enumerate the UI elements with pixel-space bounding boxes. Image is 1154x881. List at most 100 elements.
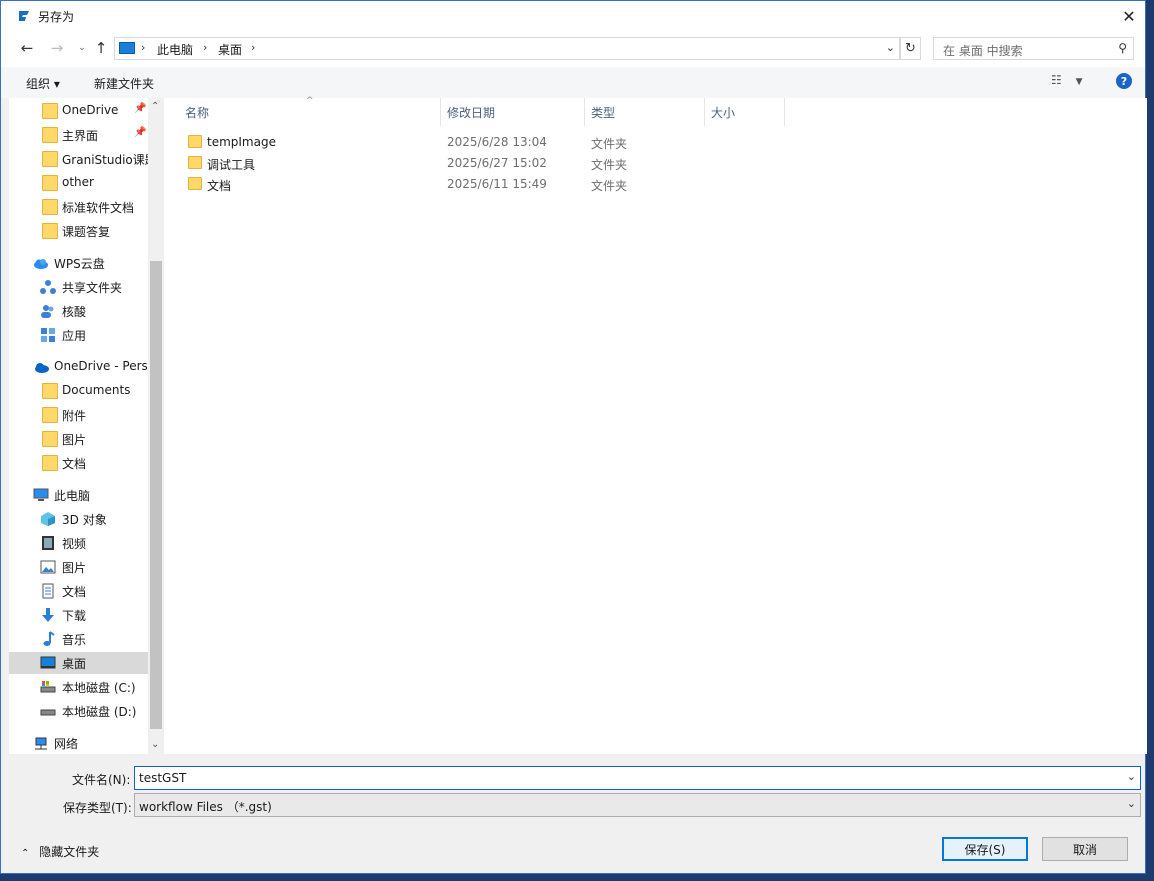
back-button[interactable]: ←: [18, 39, 36, 57]
filename-input[interactable]: testGST: [139, 771, 186, 785]
address-bar[interactable]: › 此电脑 › 桌面 › ⌄: [114, 37, 900, 60]
computer-icon: [119, 42, 135, 54]
sidebar-item-network[interactable]: 网络: [9, 732, 148, 754]
folder-icon: [188, 156, 202, 169]
app-icon: [19, 11, 29, 21]
file-modified: 2025/6/27 15:02: [447, 156, 547, 170]
sidebar-item-label: GraniStudio课题: [62, 153, 148, 167]
window-title: 另存为: [38, 10, 75, 24]
pin-icon[interactable]: 📌: [134, 127, 146, 138]
navigation-bar: ← → ⌄ ↑ › 此电脑 › 桌面 › ⌄ ↻ 在 桌面 中搜索 ⚲: [1, 31, 1145, 67]
sidebar-item-3d-objects[interactable]: 3D 对象: [9, 508, 148, 530]
desktop-icon: [40, 656, 56, 669]
file-type: 文件夹: [591, 158, 628, 172]
folder-icon: [42, 151, 58, 167]
sidebar-item-docs-onedrive[interactable]: 文档: [9, 452, 148, 474]
sidebar-item-shared-folder[interactable]: 共享文件夹: [9, 276, 148, 298]
file-list: ^ 名称 修改日期 类型 大小 tempImage 2025/6/28 13:0…: [164, 96, 1147, 754]
sidebar-item-downloads[interactable]: 下载: [9, 604, 148, 626]
up-button[interactable]: ↑: [92, 39, 110, 57]
download-icon: [42, 608, 54, 622]
folder-icon: [42, 431, 58, 447]
organize-button[interactable]: 组织 ▾: [26, 75, 60, 92]
arrow-right-icon: →: [50, 39, 64, 57]
chevron-down-icon[interactable]: ⌄: [886, 41, 895, 54]
cloud-icon: [34, 259, 48, 269]
pin-icon[interactable]: 📌: [134, 103, 146, 114]
sidebar-item-documents-pc[interactable]: 文档: [9, 580, 148, 602]
forward-button[interactable]: →: [48, 39, 66, 57]
column-divider[interactable]: [704, 98, 705, 126]
cancel-button[interactable]: 取消: [1042, 837, 1128, 861]
folder-icon: [42, 103, 58, 119]
sidebar-item-label: 图片: [62, 433, 87, 447]
scrollbar-thumb[interactable]: [150, 261, 162, 729]
chevron-up-icon[interactable]: ⌃: [151, 101, 159, 112]
sidebar-item-apps[interactable]: 应用: [9, 324, 148, 346]
sidebar-item-label: 标准软件文档: [62, 201, 135, 215]
sidebar-item-this-pc[interactable]: 此电脑: [9, 484, 148, 506]
sidebar-item-standard-docs[interactable]: 标准软件文档: [9, 196, 148, 218]
sidebar-item-music[interactable]: 音乐: [9, 628, 148, 650]
column-header-type[interactable]: 类型: [591, 104, 615, 121]
filename-field[interactable]: testGST ⌄: [134, 766, 1141, 790]
folder-icon: [188, 177, 202, 190]
sidebar-item-desktop[interactable]: 桌面: [9, 652, 148, 674]
sidebar-item-drive-c[interactable]: 本地磁盘 (C:): [9, 676, 148, 698]
folder-icon: [42, 199, 58, 215]
refresh-button[interactable]: ↻: [900, 37, 921, 60]
documents-icon: [42, 583, 54, 599]
sidebar-item-drive-d[interactable]: 本地磁盘 (D:): [9, 700, 148, 722]
hide-folders-toggle[interactable]: ⌃ 隐藏文件夹: [21, 843, 99, 860]
sidebar-item-pictures[interactable]: 图片: [9, 556, 148, 578]
help-button[interactable]: ?: [1116, 73, 1132, 89]
navigation-scrollbar[interactable]: ⌃ ⌄: [148, 98, 164, 754]
sidebar-item-onedrive-personal[interactable]: OneDrive - Perso: [9, 356, 148, 378]
column-header-name[interactable]: 名称: [185, 104, 209, 121]
table-row[interactable]: tempImage 2025/6/28 13:04 文件夹: [184, 132, 784, 153]
sidebar-item-nucleic-acid[interactable]: 核酸: [9, 300, 148, 322]
table-row[interactable]: 调试工具 2025/6/27 15:02 文件夹: [184, 153, 784, 174]
close-icon: ✕: [1122, 6, 1136, 26]
chevron-down-icon[interactable]: ⌄: [1127, 797, 1136, 810]
sidebar-item-label: OneDrive - Perso: [54, 359, 148, 373]
column-divider[interactable]: [784, 98, 785, 126]
search-box[interactable]: 在 桌面 中搜索 ⚲: [933, 37, 1134, 60]
sidebar-item-label: 文档: [62, 457, 87, 471]
sidebar-item-other[interactable]: other: [9, 172, 148, 194]
breadcrumb-desktop[interactable]: 桌面: [218, 41, 242, 58]
help-icon: ?: [1120, 74, 1128, 88]
sidebar-item-label: 应用: [62, 329, 87, 343]
new-folder-button[interactable]: 新建文件夹: [94, 75, 154, 92]
sidebar-item-documents[interactable]: Documents: [9, 380, 148, 402]
sidebar-item-pictures-onedrive[interactable]: 图片: [9, 428, 148, 450]
sidebar-item-main-ui[interactable]: 主界面 📌: [9, 124, 148, 146]
sidebar-item-onedrive[interactable]: OneDrive 📌: [9, 100, 148, 122]
sidebar-item-granistudio[interactable]: GraniStudio课题: [9, 148, 148, 170]
column-divider[interactable]: [440, 98, 441, 126]
save-as-dialog: 另存为 ✕ ← → ⌄ ↑ › 此电脑 › 桌面 › ⌄ ↻ 在 桌面 中搜索 …: [0, 0, 1147, 874]
sidebar-item-videos[interactable]: 视频: [9, 532, 148, 554]
sidebar-item-topic-reply[interactable]: 课题答复: [9, 220, 148, 242]
search-input[interactable]: 在 桌面 中搜索: [943, 42, 1023, 59]
chevron-down-icon[interactable]: ⌄: [1127, 770, 1136, 783]
sidebar-item-attachments[interactable]: 附件: [9, 404, 148, 426]
sidebar-item-label: 此电脑: [54, 489, 91, 503]
column-divider[interactable]: [584, 98, 585, 126]
column-header-modified[interactable]: 修改日期: [447, 104, 495, 121]
recent-locations-button[interactable]: ⌄: [73, 39, 91, 57]
navigation-pane: OneDrive 📌 主界面 📌 GraniStudio课题 other 标准软…: [9, 98, 148, 754]
breadcrumb-this-pc[interactable]: 此电脑: [157, 41, 193, 58]
sidebar-item-label: 3D 对象: [62, 513, 107, 527]
close-button[interactable]: ✕: [1113, 1, 1145, 31]
column-header-size[interactable]: 大小: [711, 104, 735, 121]
share-icon: [40, 280, 56, 294]
folder-icon: [42, 175, 58, 191]
filetype-select[interactable]: workflow Files （*.gst) ⌄: [134, 793, 1141, 817]
table-row[interactable]: 文档 2025/6/11 15:49 文件夹: [184, 174, 784, 195]
sidebar-item-wps-cloud[interactable]: WPS云盘: [9, 252, 148, 274]
chevron-down-icon[interactable]: ⌄: [151, 739, 159, 750]
file-name: tempImage: [207, 135, 276, 149]
save-button[interactable]: 保存(S): [942, 837, 1028, 861]
view-options-button[interactable]: ☷ ▼: [1051, 73, 1091, 91]
